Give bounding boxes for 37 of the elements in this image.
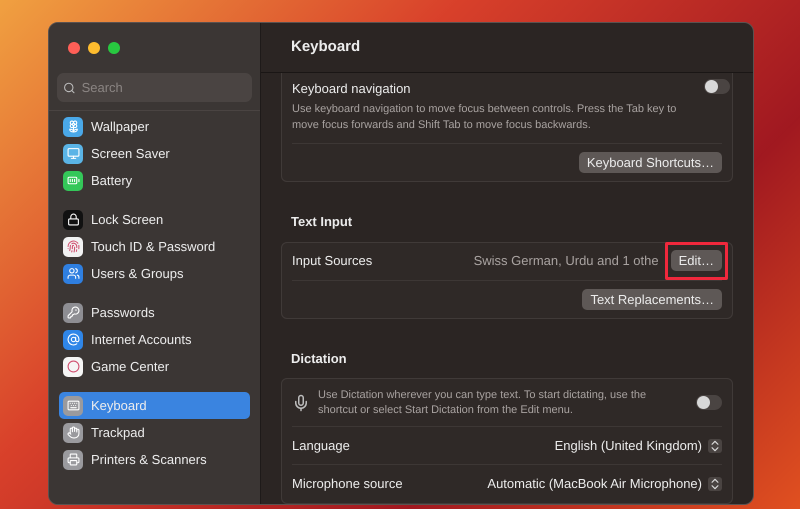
sidebar-item[interactable]: Game Center (59, 353, 250, 380)
search-icon (63, 80, 76, 94)
close-button[interactable] (68, 42, 80, 54)
setting-label: Microphone source (292, 475, 403, 494)
setting-value: Swiss German, Urdu and 1 othe (474, 252, 659, 270)
keyboard-shortcuts-button[interactable]: Keyboard Shortcuts… (578, 152, 722, 173)
setting-description: Use keyboard navigation to move focus between controls. Press the Tab key to move focus forwards and Shift Tab to move focus backwards. (292, 102, 678, 133)
sidebar-item[interactable]: Internet Accounts (59, 326, 250, 353)
popup-value[interactable]: English (United Kingdom) (554, 436, 702, 456)
sidebar-item[interactable]: Trackpad (59, 419, 250, 446)
section-heading: Text Input (291, 213, 354, 231)
popup-value[interactable]: Automatic (MacBook Air Microphone) (487, 474, 702, 494)
sidebar-item[interactable]: Printers & Scanners (59, 446, 250, 473)
search-bar[interactable]: Search (57, 73, 252, 102)
stepper-icon[interactable] (708, 477, 722, 491)
toggle-switch[interactable] (696, 395, 722, 410)
sidebar-item[interactable]: Touch ID & Password (59, 233, 250, 260)
stepper-icon[interactable] (708, 438, 722, 452)
edit-button[interactable]: Edit… (670, 250, 722, 271)
setting-label: Keyboard navigation (292, 80, 412, 98)
microphone-icon (292, 394, 310, 412)
sidebar-item[interactable]: Passwords (59, 299, 250, 326)
window-title: Keyboard (291, 37, 360, 57)
text-replacements-button[interactable]: Text Replacements… (582, 288, 722, 310)
setting-label: Input Sources (292, 252, 372, 270)
search-field[interactable]: Search (82, 78, 246, 98)
setting-label: Language (292, 436, 350, 455)
zoom-button[interactable] (108, 42, 120, 54)
setting-description: Use Dictation wherever you can type text. To start dictating, use the shortcut or select Start Dictation from the Edit menu. (318, 388, 648, 418)
toggle-switch[interactable] (704, 78, 730, 94)
sidebar-item[interactable]: Wallpaper (59, 113, 250, 140)
sidebar-item[interactable]: Lock Screen (59, 206, 250, 233)
minimize-button[interactable] (88, 42, 100, 54)
section-heading: Dictation (291, 350, 348, 368)
sidebar-item[interactable]: Screen Saver (59, 140, 250, 167)
sidebar-item[interactable]: Battery (59, 167, 250, 194)
sidebar-item[interactable]: Users & Groups (59, 260, 250, 287)
